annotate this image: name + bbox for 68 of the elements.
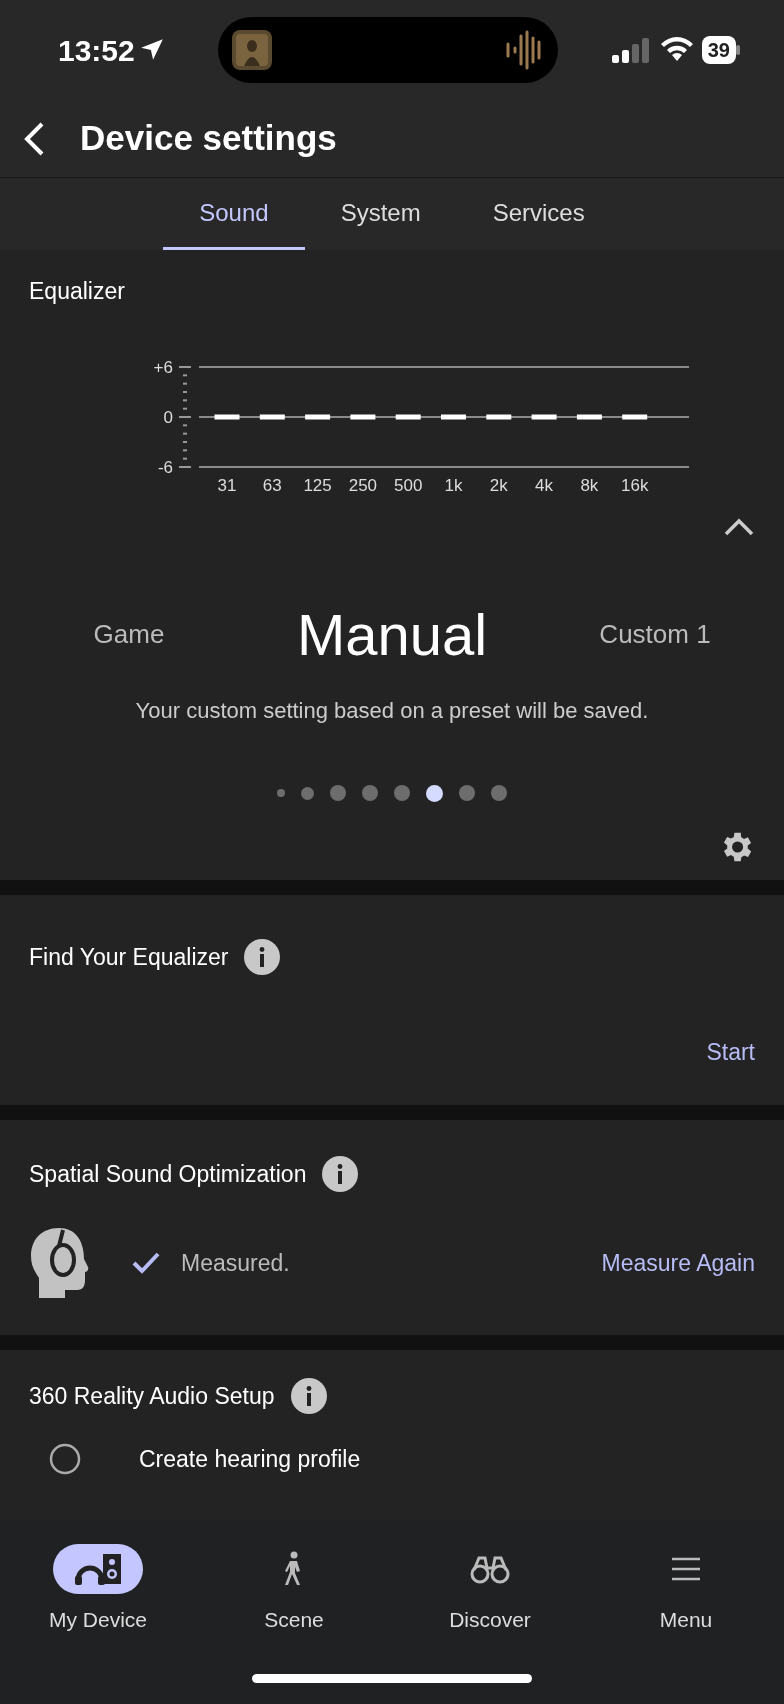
page-dot[interactable] bbox=[330, 785, 346, 801]
section-title: Find Your Equalizer bbox=[29, 942, 229, 972]
preset-option[interactable]: Game bbox=[29, 614, 229, 654]
axis-label: -6 bbox=[157, 457, 173, 477]
band-level-bar bbox=[259, 414, 285, 419]
nav-tab[interactable]: Menu bbox=[588, 1544, 784, 1636]
page-dot[interactable] bbox=[459, 785, 475, 801]
axis-label: 4k bbox=[535, 475, 554, 495]
page-title: Device settings bbox=[80, 117, 337, 160]
head-headphones-icon bbox=[29, 1226, 89, 1300]
page-dot[interactable] bbox=[491, 785, 507, 801]
info-icon[interactable] bbox=[244, 939, 281, 975]
battery-tip-icon bbox=[736, 45, 740, 55]
menu-icon bbox=[670, 1556, 702, 1582]
band-level-bar bbox=[441, 414, 466, 419]
signal-icon bbox=[611, 37, 652, 63]
section-title: Spatial Sound Optimization bbox=[29, 1159, 307, 1189]
axis-label: 8k bbox=[580, 475, 599, 495]
tab[interactable]: System bbox=[304, 178, 457, 250]
tab[interactable]: Services bbox=[456, 178, 621, 250]
axis-label: 250 bbox=[348, 475, 378, 495]
band-level-bar bbox=[214, 414, 240, 419]
binoculars-icon bbox=[470, 1554, 510, 1584]
back-button[interactable] bbox=[22, 120, 46, 157]
band-level-bar bbox=[486, 414, 512, 419]
page-dot[interactable] bbox=[277, 789, 285, 797]
axis-label: 0 bbox=[163, 407, 173, 427]
section-title: Equalizer bbox=[29, 277, 126, 306]
page-dot[interactable] bbox=[426, 784, 443, 802]
nav-label: My Device bbox=[49, 1607, 147, 1633]
preset-description: Your custom setting based on a preset will be saved. bbox=[134, 696, 650, 725]
band-level-bar bbox=[576, 414, 602, 419]
nav-tab[interactable]: My Device bbox=[0, 1544, 196, 1636]
info-icon[interactable] bbox=[322, 1156, 359, 1192]
nav-tab[interactable]: Discover bbox=[392, 1544, 588, 1636]
measured-status: Measured. bbox=[181, 1248, 290, 1278]
section-title: 360 Reality Audio Setup bbox=[29, 1381, 275, 1411]
axis-label: 125 bbox=[303, 475, 332, 495]
wifi-icon bbox=[659, 37, 694, 63]
band-level-bar bbox=[305, 414, 331, 419]
axis-label: 2k bbox=[489, 475, 508, 495]
radio-circle-icon[interactable] bbox=[49, 1443, 81, 1476]
step-label: Create hearing profile bbox=[139, 1445, 361, 1474]
nav-label: Discover bbox=[449, 1607, 531, 1633]
battery-level: 39 bbox=[701, 36, 736, 64]
preset-option[interactable]: Custom 1 bbox=[555, 614, 755, 654]
measure-again-link[interactable]: Measure Again bbox=[601, 1245, 755, 1281]
band-level-bar bbox=[622, 414, 648, 419]
nav-label: Scene bbox=[264, 1607, 324, 1633]
axis-label: 500 bbox=[394, 475, 423, 495]
band-level-bar bbox=[350, 414, 376, 419]
axis-label: 31 bbox=[217, 475, 237, 495]
axis-label: +6 bbox=[153, 357, 173, 377]
page-dot[interactable] bbox=[394, 785, 410, 801]
page-dot[interactable] bbox=[362, 785, 378, 801]
axis-label: 1k bbox=[444, 475, 463, 495]
axis-label: 63 bbox=[262, 475, 282, 495]
band-level-bar bbox=[395, 414, 421, 419]
info-icon[interactable] bbox=[290, 1378, 327, 1414]
start-link[interactable]: Start bbox=[706, 1035, 755, 1070]
headphones-speaker-icon bbox=[73, 1552, 123, 1586]
band-level-bar bbox=[531, 414, 557, 419]
nav-label: Menu bbox=[659, 1607, 713, 1633]
clock-time: 13:52 bbox=[58, 32, 135, 69]
nav-tab[interactable]: Scene bbox=[196, 1544, 392, 1636]
preset-option[interactable]: Manual bbox=[242, 590, 542, 678]
axis-label: 16k bbox=[621, 475, 649, 495]
page-dot[interactable] bbox=[301, 786, 314, 800]
